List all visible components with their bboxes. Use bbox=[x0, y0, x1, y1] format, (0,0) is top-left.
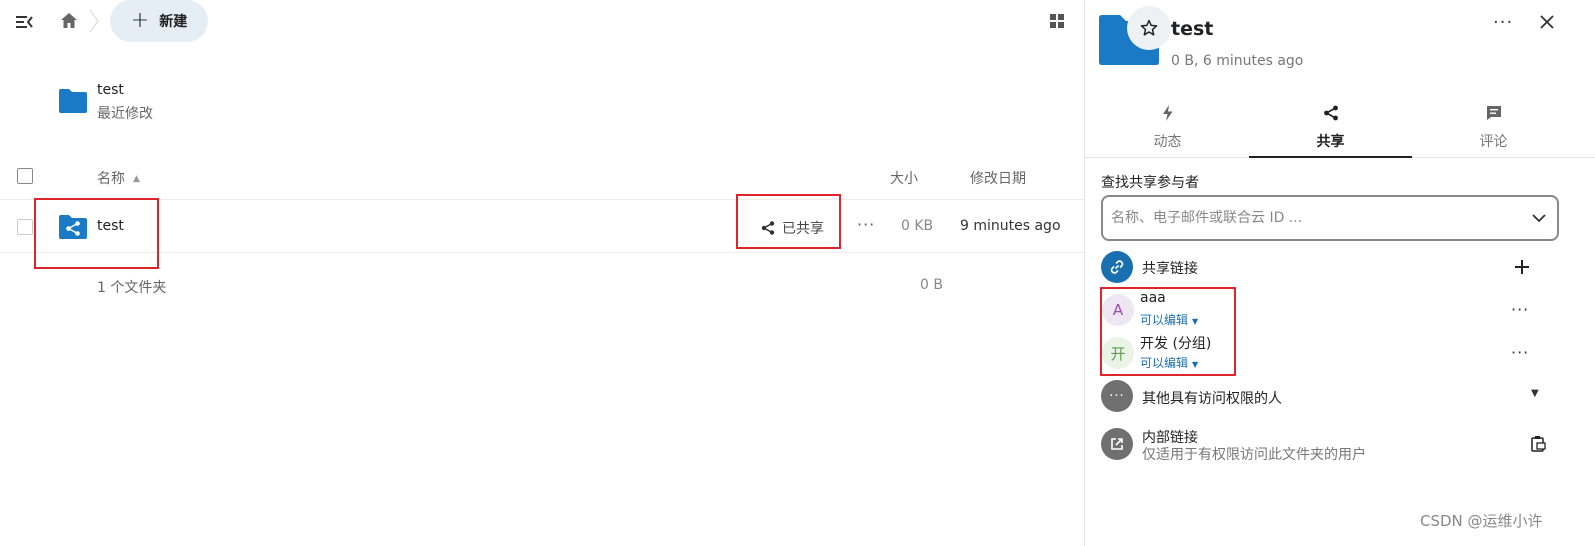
activity-icon bbox=[1163, 105, 1173, 121]
new-button[interactable]: + 新建 bbox=[110, 0, 208, 42]
sidebar-more-icon[interactable]: ··· bbox=[1493, 12, 1513, 33]
column-header-name[interactable]: 名称 ▲ bbox=[97, 168, 140, 188]
file-size: 0 KB bbox=[901, 218, 934, 234]
column-header-modified[interactable]: 修改日期 bbox=[970, 168, 1026, 188]
more-users-icon: ··· bbox=[1101, 380, 1133, 412]
watermark: CSDN @运维小许 bbox=[1420, 512, 1543, 530]
internal-link-row: 内部链接 仅适用于有权限访问此文件夹的用户 bbox=[1101, 427, 1561, 463]
tab-activity-label: 动态 bbox=[1153, 134, 1182, 150]
tab-activity[interactable]: 动态 bbox=[1086, 98, 1249, 158]
folder-icon bbox=[59, 89, 87, 113]
grid-view-icon[interactable] bbox=[1049, 13, 1065, 29]
add-share-link-icon[interactable] bbox=[1514, 259, 1530, 275]
share-link-label: 共享链接 bbox=[1142, 261, 1198, 277]
file-modified-date: 9 minutes ago bbox=[960, 218, 1061, 234]
tab-comments-label: 评论 bbox=[1479, 134, 1508, 150]
avatar: 开 bbox=[1102, 337, 1134, 369]
permission-dropdown[interactable]: 可以编辑 ▼ bbox=[1140, 354, 1198, 371]
share-entry-aaa: A aaa 可以编辑 ▼ ··· bbox=[1101, 290, 1561, 330]
internal-link-subtitle: 仅适用于有权限访问此文件夹的用户 bbox=[1142, 447, 1366, 463]
file-name[interactable]: test bbox=[97, 218, 124, 234]
avatar: A bbox=[1102, 294, 1134, 326]
chevron-down-icon[interactable] bbox=[1531, 210, 1547, 226]
details-sidebar: test 0 B, 6 minutes ago ··· 动态 共享 评论 查找共… bbox=[1084, 0, 1595, 546]
sort-ascending-icon: ▲ bbox=[133, 174, 140, 184]
table-summary: 1 个文件夹 0 B bbox=[0, 254, 1084, 318]
favorite-button[interactable] bbox=[1127, 6, 1171, 50]
link-icon bbox=[1101, 251, 1133, 283]
sidebar-subtitle: 0 B, 6 minutes ago bbox=[1171, 53, 1304, 69]
sidebar-tabs: 动态 共享 评论 bbox=[1085, 98, 1595, 158]
share-link-row: 共享链接 bbox=[1101, 251, 1561, 283]
others-with-access-row[interactable]: ··· 其他具有访问权限的人 ▼ bbox=[1101, 380, 1561, 412]
star-icon bbox=[1140, 19, 1158, 36]
tab-comments[interactable]: 评论 bbox=[1412, 98, 1575, 158]
more-actions-icon[interactable]: ··· bbox=[857, 215, 875, 234]
external-link-icon bbox=[1101, 428, 1133, 460]
share-more-icon[interactable]: ··· bbox=[1511, 300, 1529, 319]
sidebar-title: test bbox=[1171, 18, 1214, 40]
file-list-area: + 新建 test 最近修改 名称 ▲ 大小 修改日期 test 已共享 ···… bbox=[0, 0, 1084, 546]
new-button-label: 新建 bbox=[159, 14, 188, 30]
comment-icon bbox=[1487, 106, 1501, 120]
row-checkbox[interactable] bbox=[17, 219, 33, 235]
select-all-checkbox[interactable] bbox=[17, 168, 33, 184]
share-search-label: 查找共享参与者 bbox=[1101, 175, 1199, 191]
menu-collapse-icon[interactable] bbox=[14, 12, 34, 32]
share-icon bbox=[1324, 105, 1338, 121]
shared-status-label: 已共享 bbox=[782, 221, 824, 237]
column-header-size[interactable]: 大小 bbox=[890, 168, 918, 188]
clipboard-copy-icon[interactable] bbox=[1530, 435, 1546, 453]
recent-item-subtitle: 最近修改 bbox=[97, 106, 153, 122]
share-search-input[interactable] bbox=[1111, 197, 1521, 239]
close-icon[interactable] bbox=[1537, 12, 1557, 32]
share-search-field[interactable] bbox=[1101, 195, 1559, 241]
permission-dropdown[interactable]: 可以编辑 ▼ bbox=[1140, 311, 1198, 328]
share-entry-name: 开发 (分组) bbox=[1140, 336, 1212, 352]
table-header: 名称 ▲ 大小 修改日期 bbox=[0, 152, 1084, 200]
recent-item-name: test bbox=[97, 82, 124, 98]
caret-down-icon[interactable]: ▼ bbox=[1531, 388, 1539, 399]
share-entry-name: aaa bbox=[1140, 290, 1166, 306]
caret-down-icon: ▼ bbox=[1192, 317, 1199, 326]
caret-down-icon: ▼ bbox=[1192, 360, 1199, 369]
total-size: 0 B bbox=[920, 277, 943, 293]
tab-sharing-label: 共享 bbox=[1316, 134, 1345, 150]
top-bar: + 新建 bbox=[0, 0, 1084, 44]
share-icon bbox=[761, 221, 775, 235]
shared-status-button[interactable]: 已共享 bbox=[760, 218, 824, 238]
share-entry-group: 开 开发 (分组) 可以编辑 ▼ ··· bbox=[1101, 333, 1561, 373]
folder-count: 1 个文件夹 bbox=[97, 280, 167, 296]
tab-sharing[interactable]: 共享 bbox=[1249, 98, 1412, 158]
others-with-access-label: 其他具有访问权限的人 bbox=[1142, 391, 1282, 407]
home-icon[interactable] bbox=[58, 10, 80, 32]
share-more-icon[interactable]: ··· bbox=[1511, 343, 1529, 362]
breadcrumb-separator-icon bbox=[89, 9, 99, 33]
table-row[interactable]: test 已共享 ··· 0 KB 9 minutes ago bbox=[0, 201, 1084, 253]
shared-folder-icon bbox=[59, 215, 87, 239]
plus-icon: + bbox=[130, 8, 150, 33]
